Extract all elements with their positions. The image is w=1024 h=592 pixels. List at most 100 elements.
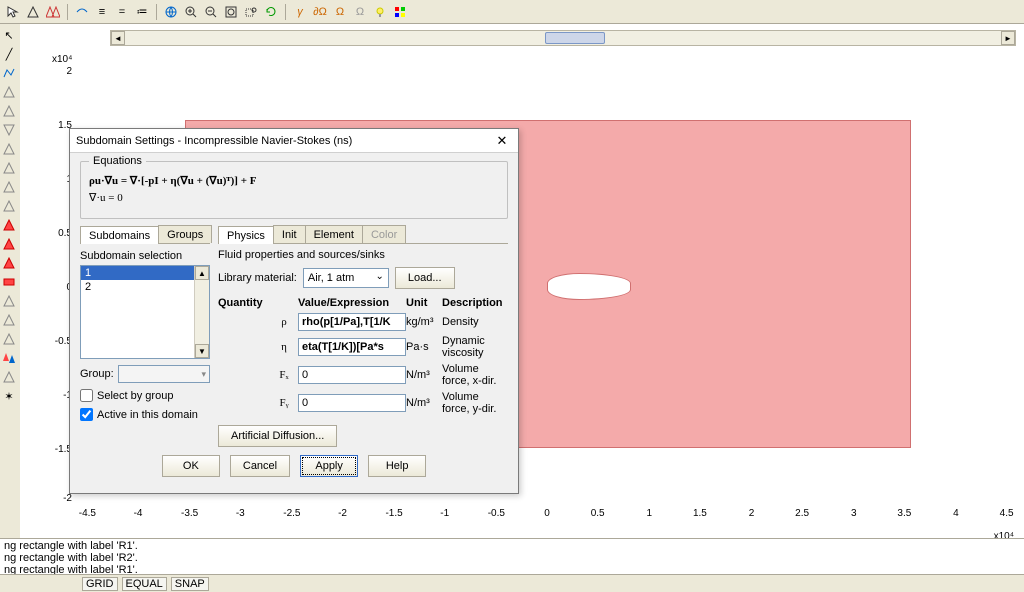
tri-h-icon[interactable] xyxy=(0,368,18,386)
scroll-down-icon[interactable]: ▼ xyxy=(195,344,209,358)
col-unit: Unit xyxy=(406,297,442,309)
eta-input[interactable] xyxy=(298,338,406,356)
top-toolbar: ≡ = ≔ γ ∂Ω Ω Ω xyxy=(0,0,1024,24)
tri-g-icon[interactable] xyxy=(0,330,18,348)
omega2-icon[interactable]: Ω xyxy=(351,3,369,21)
dual-triangle-icon[interactable] xyxy=(44,3,62,21)
x-tick: -2 xyxy=(338,508,347,519)
zoom-out-icon[interactable] xyxy=(202,3,220,21)
select-by-group-row[interactable]: Select by group xyxy=(80,389,210,402)
equations-legend: Equations xyxy=(89,155,146,167)
load-button[interactable]: Load... xyxy=(395,267,455,289)
scroll-up-icon[interactable]: ▲ xyxy=(195,266,209,280)
polyline-icon[interactable] xyxy=(0,64,18,82)
tri-b-icon[interactable] xyxy=(0,159,18,177)
left-pane: Subdomains Groups Subdomain selection 1 … xyxy=(80,225,210,447)
rho-input[interactable] xyxy=(298,313,406,331)
library-material-combo[interactable]: Air, 1 atm xyxy=(303,268,389,288)
tri-outline-icon[interactable] xyxy=(0,83,18,101)
just-icon[interactable]: = xyxy=(113,3,131,21)
ok-button[interactable]: OK xyxy=(162,455,220,477)
tab-element[interactable]: Element xyxy=(305,225,363,243)
eta-symbol: η xyxy=(270,341,298,353)
status-snap[interactable]: SNAP xyxy=(171,577,209,591)
artificial-diffusion-button[interactable]: Artificial Diffusion... xyxy=(218,425,337,447)
func-icon[interactable]: γ xyxy=(291,3,309,21)
geometry-airfoil[interactable] xyxy=(547,273,631,300)
y-tick: 2 xyxy=(44,66,72,77)
group-label: Group: xyxy=(80,368,114,380)
x-tick: 3.5 xyxy=(897,508,911,519)
dialog-titlebar[interactable]: Subdomain Settings - Incompressible Navi… xyxy=(70,129,518,153)
palette-icon[interactable] xyxy=(391,3,409,21)
apply-button[interactable]: Apply xyxy=(300,455,358,477)
tri-red-icon[interactable] xyxy=(0,216,18,234)
fy-input[interactable] xyxy=(298,394,406,412)
cursor-icon[interactable]: ↖ xyxy=(0,26,18,44)
globe-icon[interactable] xyxy=(162,3,180,21)
triangle-icon[interactable] xyxy=(24,3,42,21)
list-item[interactable]: 2 xyxy=(81,280,209,294)
omega-icon[interactable]: ∂Ω xyxy=(311,3,329,21)
listbox-scrollbar[interactable]: ▲ ▼ xyxy=(194,266,209,358)
close-icon[interactable]: ✕ xyxy=(492,132,512,150)
scroll-left-icon[interactable]: ◄ xyxy=(111,31,125,45)
active-in-domain-row[interactable]: Active in this domain xyxy=(80,408,210,421)
point-icon[interactable]: ✶ xyxy=(0,387,18,405)
tab-subdomains[interactable]: Subdomains xyxy=(80,226,159,244)
zoom-window-icon[interactable] xyxy=(242,3,260,21)
status-equal[interactable]: EQUAL xyxy=(122,577,167,591)
scroll-right-icon[interactable]: ► xyxy=(1001,31,1015,45)
tri-inv-icon[interactable] xyxy=(0,121,18,139)
status-grid[interactable]: GRID xyxy=(82,577,118,591)
tri-red3-icon[interactable] xyxy=(0,254,18,272)
subdomain-listbox[interactable]: 1 2 ▲ ▼ xyxy=(80,265,210,359)
eq-icon[interactable]: ≡ xyxy=(93,3,111,21)
x-tick: -4.5 xyxy=(79,508,96,519)
tri-a-icon[interactable] xyxy=(0,140,18,158)
domain-icon[interactable]: Ω xyxy=(331,3,349,21)
zoom-extent-icon[interactable] xyxy=(222,3,240,21)
log-line: ng rectangle with label 'R1'. xyxy=(4,540,1020,552)
tab-physics[interactable]: Physics xyxy=(218,226,274,244)
x-tick: -1.5 xyxy=(385,508,402,519)
tab-init[interactable]: Init xyxy=(273,225,306,243)
x-tick: 2 xyxy=(749,508,755,519)
tri-f-icon[interactable] xyxy=(0,311,18,329)
equation-continuity: ∇·u = 0 xyxy=(89,191,499,204)
cancel-button[interactable]: Cancel xyxy=(230,455,290,477)
lightbulb-icon[interactable] xyxy=(371,3,389,21)
pointer-icon[interactable] xyxy=(4,3,22,21)
tri-red2-icon[interactable] xyxy=(0,235,18,253)
log-area: ng rectangle with label 'R1'. ng rectang… xyxy=(0,538,1024,574)
line-icon[interactable]: ╱ xyxy=(0,45,18,63)
refresh-icon[interactable] xyxy=(262,3,280,21)
fx-unit: N/m³ xyxy=(406,369,442,381)
horizontal-scrollbar[interactable]: ◄ ► xyxy=(110,30,1016,46)
select-by-group-checkbox[interactable] xyxy=(80,389,93,402)
flow-icon[interactable] xyxy=(73,3,91,21)
tri-e-icon[interactable] xyxy=(0,292,18,310)
tab-groups[interactable]: Groups xyxy=(158,225,212,243)
library-material-label: Library material: xyxy=(218,272,297,284)
list-item[interactable]: 1 xyxy=(81,266,209,280)
tri-d-icon[interactable] xyxy=(0,197,18,215)
active-in-domain-label: Active in this domain xyxy=(97,409,198,421)
group-select[interactable] xyxy=(118,365,210,383)
left-tabs: Subdomains Groups xyxy=(80,225,210,244)
rect-red-icon[interactable] xyxy=(0,273,18,291)
scrollbar-thumb[interactable] xyxy=(545,32,605,44)
tri-c-icon[interactable] xyxy=(0,178,18,196)
tri-multi-icon[interactable] xyxy=(0,349,18,367)
eta-unit: Pa·s xyxy=(406,341,442,353)
y-tick: -2 xyxy=(44,493,72,504)
active-in-domain-checkbox[interactable] xyxy=(80,408,93,421)
col-value: Value/Expression xyxy=(298,297,406,309)
zoom-in-icon[interactable] xyxy=(182,3,200,21)
align-icon[interactable]: ≔ xyxy=(133,3,151,21)
fx-input[interactable] xyxy=(298,366,406,384)
tri-outline2-icon[interactable] xyxy=(0,102,18,120)
equation-momentum: ρu·∇u = ∇·[-pI + η(∇u + (∇u)ᵀ)] + F xyxy=(89,174,499,187)
help-button[interactable]: Help xyxy=(368,455,426,477)
x-tick: -4 xyxy=(134,508,143,519)
